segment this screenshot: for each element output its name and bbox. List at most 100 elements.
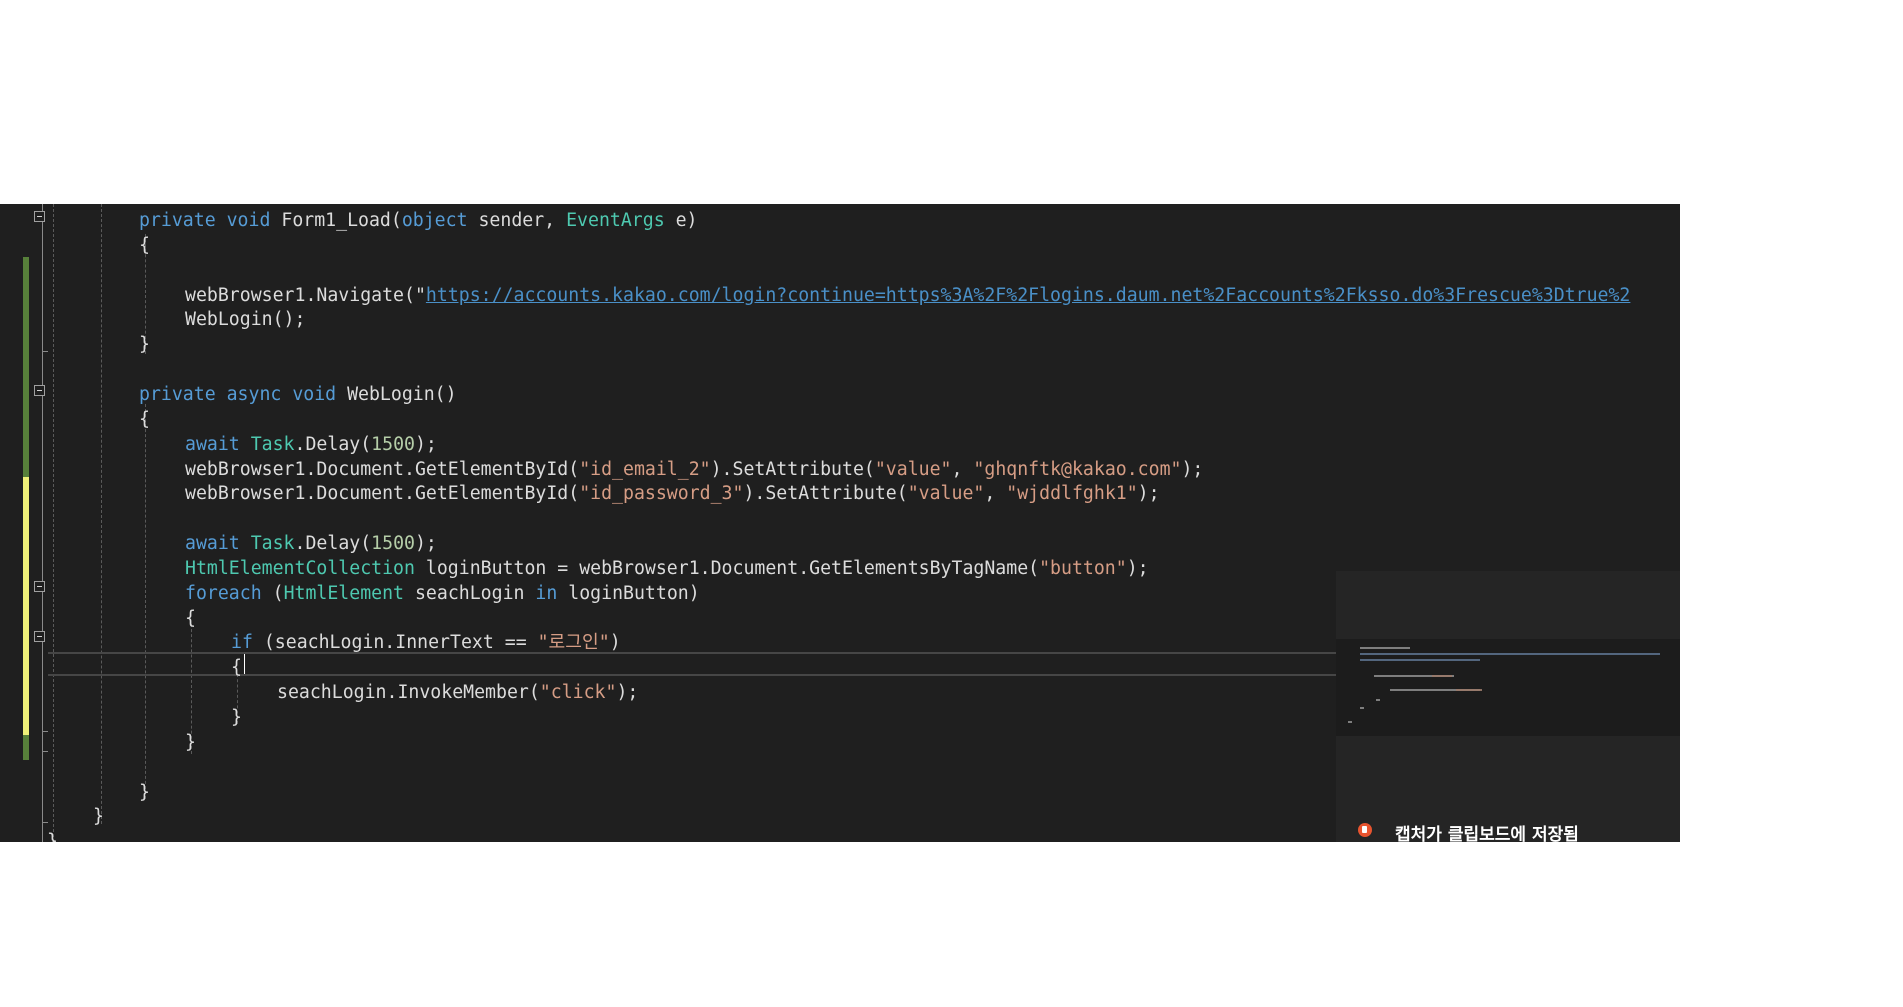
code-token: loginButton = webBrowser1.Document.GetEl… [414, 557, 1040, 579]
capture-thumbnail[interactable] [1336, 639, 1680, 736]
indent-guide [101, 204, 102, 824]
code-token: { [185, 607, 196, 629]
code-token: } [47, 831, 58, 842]
code-line[interactable]: HtmlElementCollection loginButton = webB… [185, 556, 1149, 581]
code-token: EventArgs [566, 210, 665, 231]
code-token: WebLogin(); [185, 309, 306, 331]
code-token: } [185, 731, 196, 753]
code-token: if [231, 632, 253, 654]
code-token: void [292, 383, 337, 405]
code-line[interactable]: } [139, 332, 150, 357]
code-token: "id_email_2" [579, 458, 711, 480]
code-token: } [139, 334, 150, 356]
change-marker-saved [23, 735, 29, 760]
code-token: ); [414, 433, 437, 455]
code-token: void [226, 210, 271, 231]
code-line[interactable]: if (seachLogin.InnerText == "로그인") [231, 630, 621, 655]
code-token: Form1_Load( [270, 210, 402, 231]
collapse-toggle-icon[interactable] [34, 581, 45, 592]
code-token: ).SetAttribute( [710, 458, 875, 480]
snipping-tool-icon [1358, 823, 1372, 837]
code-token: , [984, 483, 1007, 505]
code-token: webBrowser1.Document.GetElementById( [185, 483, 580, 505]
code-line[interactable]: webBrowser1.Document.GetElementById("id_… [185, 457, 1203, 482]
code-token: HtmlElementCollection [185, 557, 415, 579]
code-token: in [535, 582, 558, 604]
code-token: .Delay( [294, 533, 372, 555]
code-token: webBrowser1.Navigate(" [185, 284, 426, 306]
code-token: "id_password_3" [579, 483, 744, 505]
code-token: foreach [185, 582, 262, 604]
code-token: Task [250, 433, 295, 455]
code-token: HtmlElement [283, 582, 405, 604]
code-editor[interactable]: private void Form1_Load(object sender, E… [0, 204, 1680, 842]
code-token: .Delay( [294, 433, 372, 455]
code-token: ) [609, 632, 621, 654]
code-token: ); [1181, 458, 1204, 480]
code-token: "button" [1039, 557, 1127, 579]
code-token: , [951, 458, 974, 480]
code-line[interactable]: } [139, 780, 150, 805]
code-line[interactable]: } [93, 804, 104, 829]
code-line[interactable]: webBrowser1.Document.GetElementById("id_… [185, 481, 1160, 506]
code-line[interactable]: seachLogin.InvokeMember("click"); [277, 680, 638, 705]
code-token: Task [250, 533, 295, 555]
notification-title: 캡처가 클립보드에 저장됨 [1395, 825, 1579, 842]
code-token: 1500 [371, 533, 415, 555]
code-token: private [139, 210, 216, 231]
code-token: } [93, 806, 104, 828]
code-token: loginButton) [557, 582, 700, 604]
code-token: "value" [874, 458, 952, 480]
collapse-toggle-icon[interactable] [34, 211, 45, 222]
code-token: "로그인" [537, 632, 610, 654]
capture-notification[interactable]: 캡처가 클립보드에 저장됨 [1336, 571, 1680, 842]
collapse-toggle-icon[interactable] [34, 385, 45, 396]
code-token: ); [414, 533, 437, 555]
code-token: } [231, 707, 242, 728]
outline-line [42, 204, 43, 842]
code-line[interactable]: webBrowser1.Navigate("https://accounts.k… [185, 283, 1630, 308]
code-line[interactable]: } [47, 829, 58, 842]
code-line[interactable]: private void Form1_Load(object sender, E… [139, 208, 698, 233]
code-token: "value" [907, 483, 985, 505]
code-line[interactable]: { [139, 407, 150, 432]
code-token: (seachLogin.InnerText == [252, 632, 538, 654]
code-token: private [139, 383, 216, 405]
code-token: async [226, 383, 282, 405]
code-line[interactable]: private async void WebLogin() [139, 382, 457, 407]
code-token: 1500 [371, 433, 415, 455]
collapse-toggle-icon[interactable] [34, 631, 45, 642]
code-line[interactable]: WebLogin(); [185, 307, 305, 332]
indent-guide [145, 404, 146, 799]
code-line[interactable]: { [185, 606, 196, 631]
code-token: https://accounts.kakao.com/login?continu… [425, 284, 1631, 306]
code-token: WebLogin() [336, 383, 457, 405]
code-token: { [231, 657, 242, 679]
code-token: { [139, 408, 150, 430]
text-cursor [244, 654, 245, 674]
code-token: "ghqnftk@kakao.com" [973, 458, 1182, 480]
code-token: seachLogin [404, 582, 536, 604]
code-token: "click" [539, 682, 617, 704]
code-line[interactable]: } [185, 730, 196, 755]
indent-guide [53, 204, 54, 842]
code-token: "wjddlfghk1" [1006, 483, 1138, 505]
code-token: ).SetAttribute( [743, 483, 908, 505]
code-token: sender, [467, 210, 567, 231]
change-marker-saved [23, 257, 29, 477]
code-token: webBrowser1.Document.GetElementById( [185, 458, 580, 480]
code-token: ( [261, 582, 284, 604]
code-token: seachLogin.InvokeMember( [277, 682, 540, 704]
code-line[interactable]: { [139, 233, 150, 258]
code-line[interactable]: } [231, 705, 242, 730]
code-token: await [185, 533, 240, 555]
code-line[interactable]: foreach (HtmlElement seachLogin in login… [185, 581, 700, 606]
code-token: ); [1126, 557, 1149, 579]
code-line[interactable]: { [231, 655, 242, 680]
code-line[interactable]: await Task.Delay(1500); [185, 432, 437, 457]
code-line[interactable]: await Task.Delay(1500); [185, 531, 437, 556]
